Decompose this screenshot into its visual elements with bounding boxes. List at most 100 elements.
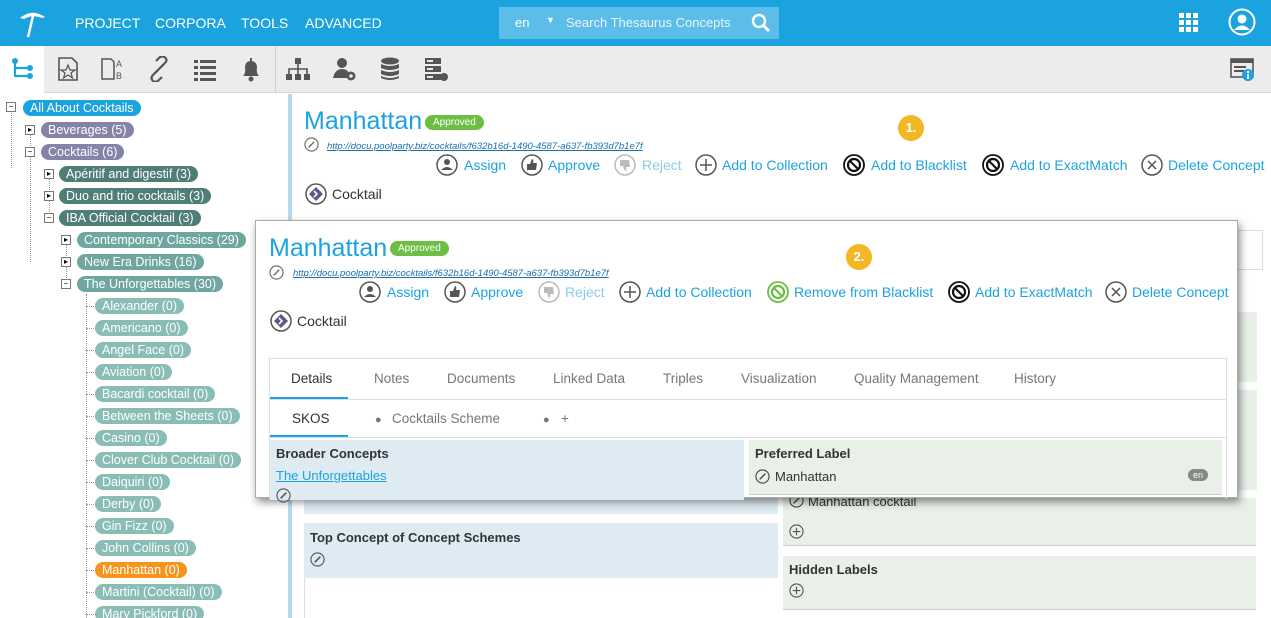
tab-linked-data[interactable]: Linked Data [553,371,625,386]
delete-icon[interactable] [1105,281,1127,303]
add-to-exactmatch-button[interactable]: Add to ExactMatch [1010,157,1128,173]
thumbs-down-icon[interactable] [614,154,636,176]
collapse-toggle[interactable]: − [6,102,16,112]
tab-notes[interactable]: Notes [374,371,409,386]
tree-leaf[interactable]: Martini (Cocktail) (0) [95,584,222,600]
menu-tools[interactable]: TOOLS [241,15,288,31]
expand-toggle[interactable]: ▸ [25,125,35,135]
tree-leaf[interactable]: Daiquiri (0) [95,474,171,490]
subtab-cocktails-scheme[interactable]: Cocktails Scheme [392,411,500,426]
add-label-icon[interactable] [789,524,804,539]
tab-quality-management[interactable]: Quality Management [854,371,979,386]
thumbs-up-icon[interactable] [444,281,466,303]
remove-from-blacklist-button[interactable]: Remove from Blacklist [794,284,933,300]
tab-visualization[interactable]: Visualization [741,371,817,386]
favorites-icon[interactable] [55,56,81,82]
tree-leaf[interactable]: Mary Pickford (0) [95,606,205,618]
thumbs-down-icon[interactable] [538,281,560,303]
overlay-reject-button[interactable]: Reject [565,284,605,300]
database-icon[interactable] [377,56,403,82]
user-account-icon[interactable] [1228,8,1256,36]
org-chart-icon[interactable] [285,56,311,82]
remove-blacklist-icon[interactable] [767,281,789,303]
overlay-add-to-collection-button[interactable]: Add to Collection [646,284,752,300]
add-circle-icon[interactable] [695,154,717,176]
exactmatch-icon[interactable] [948,281,970,303]
tree-leaf[interactable]: Derby (0) [95,496,162,512]
overlay-assign-button[interactable]: Assign [387,284,429,300]
tree-node-new-era[interactable]: New Era Drinks (16) [77,254,204,270]
tree-leaf-selected[interactable]: Manhattan (0) [95,562,187,578]
tree-node-iba[interactable]: IBA Official Cocktail (3) [59,210,201,226]
menu-corpora[interactable]: CORPORA [155,15,226,31]
tab-triples[interactable]: Triples [663,371,703,386]
expand-toggle[interactable]: ▸ [44,169,54,179]
expand-toggle[interactable]: ▸ [61,235,71,245]
collapse-toggle[interactable]: − [61,279,71,289]
abc-mapping-icon[interactable]: AB [100,56,126,82]
broader-concept-link[interactable]: The Unforgettables [276,468,387,483]
delete-concept-button[interactable]: Delete Concept [1168,157,1265,173]
add-hidden-label-icon[interactable] [789,583,804,598]
notification-bell-icon[interactable] [238,56,264,82]
tree-node-beverages[interactable]: Beverages (5) [41,122,134,138]
add-to-blacklist-button[interactable]: Add to Blacklist [871,157,967,173]
menu-advanced[interactable]: ADVANCED [305,15,382,31]
tree-leaf[interactable]: Casino (0) [95,430,167,446]
concept-uri-link[interactable]: http://docu.poolparty.biz/cocktails/f632… [327,141,643,152]
tree-node-root[interactable]: All About Cocktails [23,100,141,116]
overlay-concept-uri-link[interactable]: http://docu.poolparty.biz/cocktails/f632… [293,268,609,279]
tab-documents[interactable]: Documents [447,371,515,386]
blacklist-icon[interactable] [843,154,865,176]
edit-label-icon[interactable] [755,469,770,484]
tree-node-duo[interactable]: Duo and trio cocktails (3) [59,188,212,204]
list-icon[interactable] [192,56,218,82]
exactmatch-icon[interactable] [982,154,1004,176]
tab-details[interactable]: Details [291,371,332,386]
chevron-down-icon[interactable]: ▼ [546,15,555,25]
language-select[interactable]: en [515,15,529,30]
tree-leaf[interactable]: Bacardi cocktail (0) [95,386,216,402]
thumbs-up-icon[interactable] [521,154,543,176]
menu-project[interactable]: PROJECT [75,15,140,31]
expand-toggle[interactable]: ▸ [61,257,71,267]
hierarchy-tree-icon[interactable] [10,56,36,82]
tree-node-contemporary[interactable]: Contemporary Classics (29) [77,232,246,248]
collapse-toggle[interactable]: − [44,213,54,223]
link-icon[interactable] [146,55,172,83]
assign-icon[interactable] [436,154,458,176]
apps-grid-icon[interactable] [1179,13,1199,33]
tree-node-cocktails[interactable]: Cocktails (6) [41,144,125,160]
server-icon[interactable] [423,56,449,82]
tree-leaf[interactable]: Aviation (0) [95,364,172,380]
tab-history[interactable]: History [1014,371,1056,386]
overlay-approve-button[interactable]: Approve [471,284,523,300]
info-panel-icon[interactable] [1230,56,1256,82]
subtab-add-scheme[interactable]: + [561,411,569,426]
edit-uri-icon[interactable] [304,137,319,152]
add-circle-icon[interactable] [619,281,641,303]
add-to-collection-button[interactable]: Add to Collection [722,157,828,173]
search-icon[interactable] [751,13,771,33]
approve-button[interactable]: Approve [548,157,600,173]
tree-leaf[interactable]: Americano (0) [95,320,188,336]
delete-icon[interactable] [1141,154,1163,176]
overlay-add-to-exactmatch-button[interactable]: Add to ExactMatch [975,284,1093,300]
poolparty-logo-icon[interactable] [18,8,46,38]
link-circle-icon[interactable] [310,552,325,567]
overlay-delete-concept-button[interactable]: Delete Concept [1132,284,1229,300]
tree-leaf[interactable]: Alexander (0) [95,298,185,314]
tree-node-aperitif[interactable]: Apéritif and digestif (3) [59,166,199,182]
tree-leaf[interactable]: John Collins (0) [95,540,196,556]
expand-toggle[interactable]: ▸ [44,191,54,201]
subtab-skos[interactable]: SKOS [292,411,330,426]
tree-node-unforgettables[interactable]: The Unforgettables (30) [77,276,224,292]
user-settings-icon[interactable] [331,56,357,82]
tree-leaf[interactable]: Angel Face (0) [95,342,191,358]
tree-leaf[interactable]: Between the Sheets (0) [95,408,240,424]
edit-uri-icon[interactable] [269,265,284,280]
search-input[interactable]: Search Thesaurus Concepts [566,15,731,30]
assign-icon[interactable] [359,281,381,303]
assign-button[interactable]: Assign [464,157,506,173]
tree-leaf[interactable]: Gin Fizz (0) [95,518,174,534]
